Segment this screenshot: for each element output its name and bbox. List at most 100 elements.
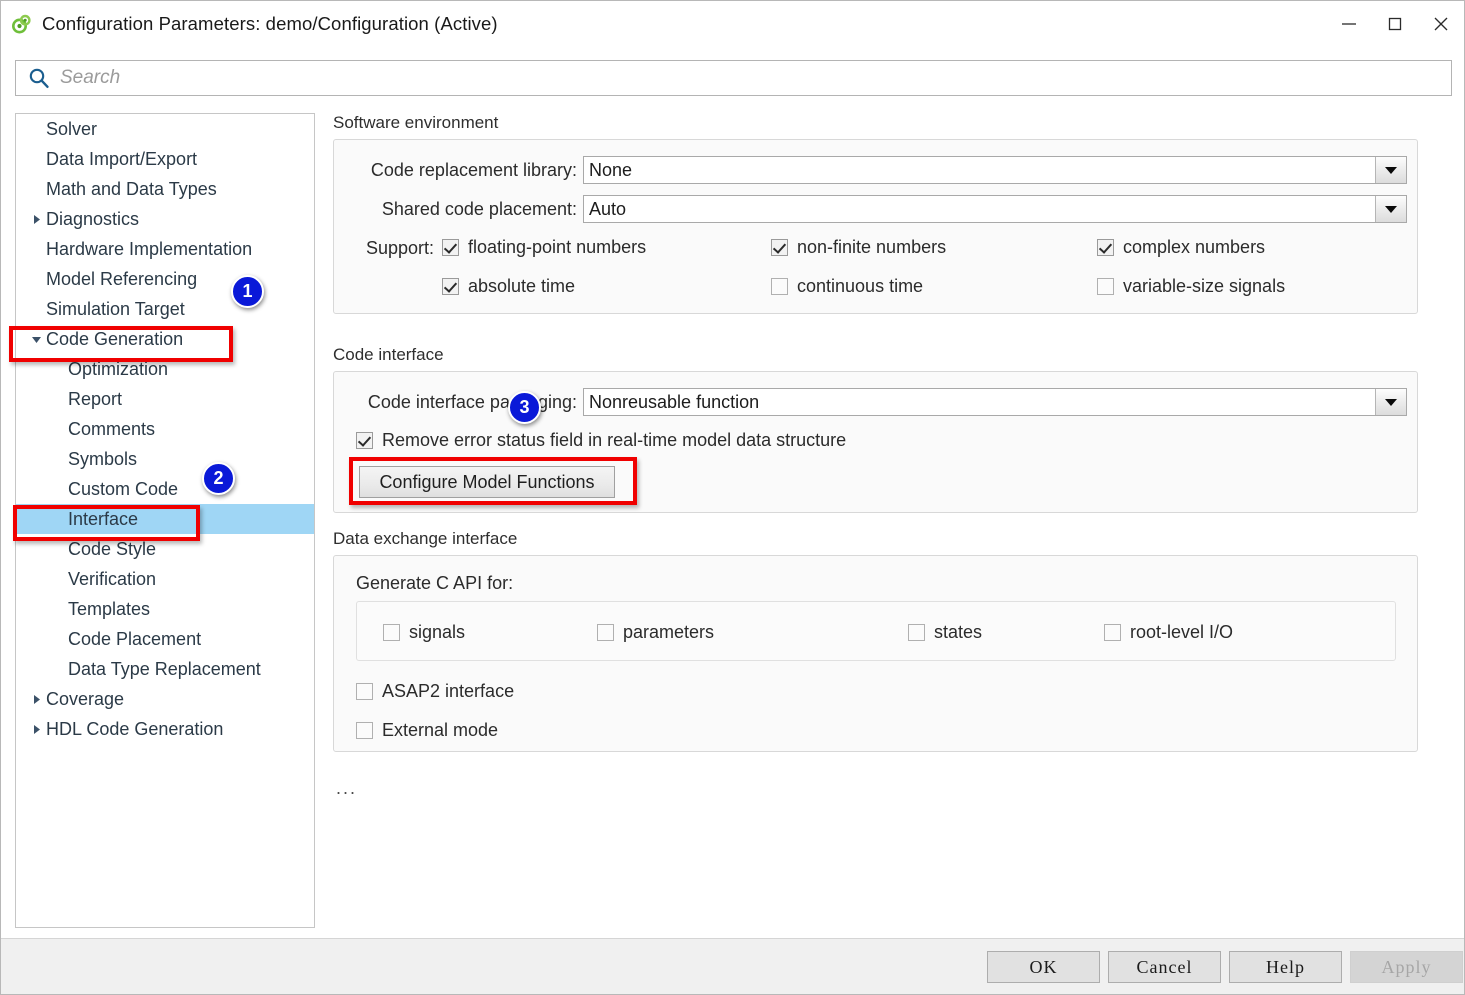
checkbox[interactable] — [597, 624, 614, 641]
configure-model-functions-button[interactable]: Configure Model Functions — [359, 466, 615, 498]
data-exchange-interface-group: Generate C API for: signals parameters s… — [333, 555, 1418, 752]
support-continuous-time[interactable]: continuous time — [771, 276, 923, 297]
tree-item-label: Data Type Replacement — [68, 658, 261, 679]
shared-code-placement-dropdown[interactable]: Auto — [583, 195, 1407, 223]
c-api-root-level-io[interactable]: root-level I/O — [1104, 622, 1233, 643]
tree-item-coverage[interactable]: Coverage — [16, 684, 314, 714]
tree-item-label: Model Referencing — [46, 268, 198, 289]
chevron-down-icon[interactable] — [1375, 157, 1406, 183]
code-interface-packaging-row: Code interface packaging: Nonreusable fu… — [334, 388, 1419, 416]
generate-c-api-box: signals parameters states root-level I/O — [356, 601, 1396, 661]
settings-tree[interactable]: Solver Data Import/Export Math and Data Ty… — [15, 113, 315, 928]
tree-item-solver[interactable]: Solver — [16, 114, 314, 144]
support-complex-numbers[interactable]: complex numbers — [1097, 237, 1265, 258]
tree-item-label: Diagnostics — [46, 208, 140, 229]
generate-c-api-label: Generate C API for: — [356, 573, 514, 593]
tree-item-data-import-export[interactable]: Data Import/Export — [16, 144, 314, 174]
close-button[interactable] — [1418, 1, 1464, 46]
support-label-2: complex numbers — [1123, 237, 1266, 257]
shared-code-placement-label: Shared code placement: — [381, 198, 577, 219]
search-icon — [24, 67, 54, 89]
search-input[interactable] — [56, 67, 1451, 89]
tree-item-hardware-implementation[interactable]: Hardware Implementation — [16, 234, 314, 264]
chevron-down-icon[interactable] — [1375, 389, 1406, 415]
dialog-footer: OK Cancel Help Apply — [1, 938, 1464, 994]
cancel-button[interactable]: Cancel — [1108, 951, 1221, 983]
tree-item-label: Report — [68, 388, 123, 409]
tree-item-label: Custom Code — [68, 478, 179, 499]
checkbox[interactable] — [1104, 624, 1121, 641]
code-interface-packaging-value: Nonreusable function — [589, 391, 760, 412]
minimize-button[interactable] — [1326, 1, 1372, 46]
support-label-5: variable-size signals — [1123, 276, 1286, 296]
title-bar: Configuration Parameters: demo/Configura… — [1, 1, 1464, 46]
tree-item-optimization[interactable]: Optimization — [16, 354, 314, 384]
shared-code-placement-value: Auto — [589, 198, 627, 219]
remove-error-status-field-checkbox-row[interactable]: Remove error status field in real-time m… — [356, 430, 846, 451]
asap2-interface-checkbox-row[interactable]: ASAP2 interface — [356, 681, 514, 702]
chevron-right-icon[interactable] — [28, 693, 44, 706]
chevron-right-icon[interactable] — [28, 213, 44, 226]
code-replacement-library-row: Code replacement library: None — [334, 156, 1419, 184]
tree-item-verification[interactable]: Verification — [16, 564, 314, 594]
support-non-finite-numbers[interactable]: non-finite numbers — [771, 237, 946, 258]
code-interface-packaging-dropdown[interactable]: Nonreusable function — [583, 388, 1407, 416]
tree-item-custom-code[interactable]: Custom Code — [16, 474, 314, 504]
tree-item-model-referencing[interactable]: Model Referencing — [16, 264, 314, 294]
tree-item-data-type-replacement[interactable]: Data Type Replacement — [16, 654, 314, 684]
checkbox[interactable] — [1097, 239, 1114, 256]
tree-item-code-style[interactable]: Code Style — [16, 534, 314, 564]
c-api-signals[interactable]: signals — [383, 622, 465, 643]
code-interface-label: Code interface — [333, 345, 444, 364]
tree-item-diagnostics[interactable]: Diagnostics — [16, 204, 314, 234]
tree-item-code-placement[interactable]: Code Placement — [16, 624, 314, 654]
window-title: Configuration Parameters: demo/Configura… — [42, 12, 498, 34]
tree-item-simulation-target[interactable]: Simulation Target — [16, 294, 314, 324]
tree-item-symbols[interactable]: Symbols — [16, 444, 314, 474]
shared-code-placement-row: Shared code placement: Auto — [334, 195, 1419, 223]
maximize-button[interactable] — [1372, 1, 1418, 46]
tree-item-math-and-data-types[interactable]: Math and Data Types — [16, 174, 314, 204]
tree-item-label: Optimization — [68, 358, 169, 379]
checkbox[interactable] — [908, 624, 925, 641]
checkbox[interactable] — [356, 722, 373, 739]
tree-item-label: Templates — [68, 598, 151, 619]
checkbox[interactable] — [771, 278, 788, 295]
chevron-right-icon[interactable] — [28, 723, 44, 736]
support-absolute-time[interactable]: absolute time — [442, 276, 575, 297]
checkbox[interactable] — [442, 239, 459, 256]
code-replacement-library-label: Code replacement library: — [370, 159, 577, 180]
support-floating-point-numbers[interactable]: floating-point numbers — [442, 237, 646, 258]
chevron-down-icon[interactable] — [28, 333, 44, 346]
support-variable-size-signals[interactable]: variable-size signals — [1097, 276, 1285, 297]
tree-item-label: HDL Code Generation — [46, 718, 224, 739]
code-replacement-library-dropdown[interactable]: None — [583, 156, 1407, 184]
code-replacement-library-value: None — [589, 159, 633, 180]
checkbox[interactable] — [383, 624, 400, 641]
chevron-down-icon[interactable] — [1375, 196, 1406, 222]
tree-item-interface[interactable]: Interface — [16, 504, 314, 534]
checkbox[interactable] — [356, 432, 373, 449]
checkbox[interactable] — [1097, 278, 1114, 295]
checkbox[interactable] — [356, 683, 373, 700]
c-api-states[interactable]: states — [908, 622, 982, 643]
tree-item-comments[interactable]: Comments — [16, 414, 314, 444]
checkbox[interactable] — [771, 239, 788, 256]
external-mode-checkbox-row[interactable]: External mode — [356, 720, 498, 741]
tree-item-label: Math and Data Types — [46, 178, 217, 199]
tree-item-templates[interactable]: Templates — [16, 594, 314, 624]
tree-item-label: Verification — [68, 568, 157, 589]
ok-button[interactable]: OK — [987, 951, 1100, 983]
c-api-parameters[interactable]: parameters — [597, 622, 714, 643]
apply-button: Apply — [1350, 951, 1463, 983]
tree-item-hdl-code-generation[interactable]: HDL Code Generation — [16, 714, 314, 744]
tree-item-report[interactable]: Report — [16, 384, 314, 414]
support-label-4: continuous time — [797, 276, 924, 296]
support-label-0: floating-point numbers — [468, 237, 647, 257]
help-button[interactable]: Help — [1229, 951, 1342, 983]
tree-item-code-generation[interactable]: Code Generation — [16, 324, 314, 354]
c-api-label-3: root-level I/O — [1130, 622, 1234, 642]
checkbox[interactable] — [442, 278, 459, 295]
simulink-icon — [11, 13, 33, 35]
search-bar[interactable] — [15, 60, 1452, 96]
